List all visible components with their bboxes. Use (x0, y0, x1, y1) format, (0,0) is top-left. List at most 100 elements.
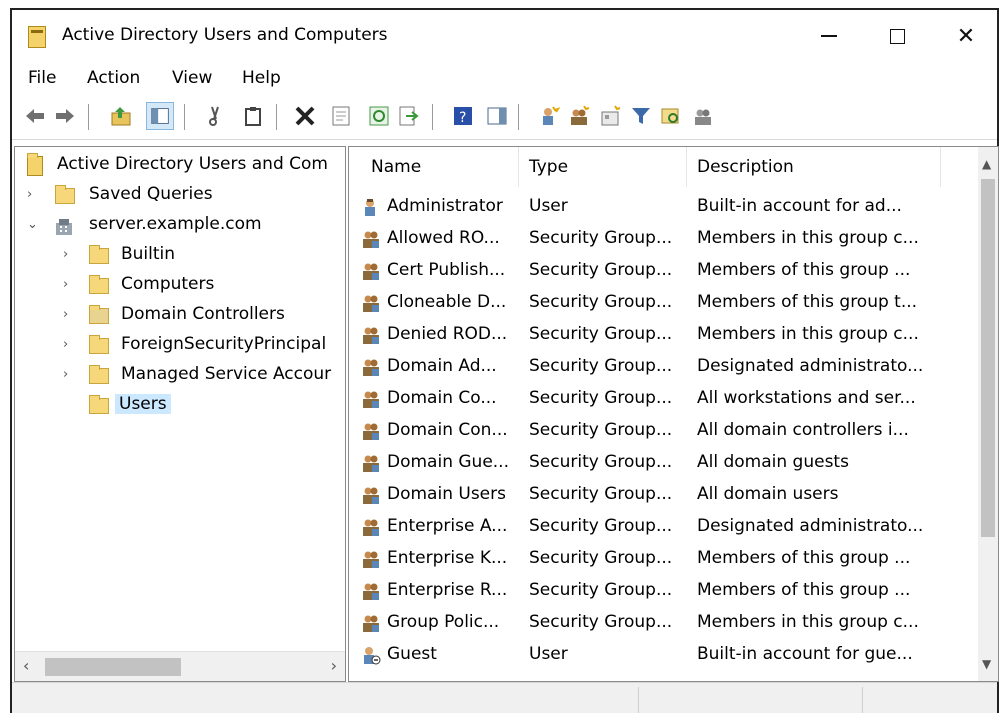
tree-item-builtin[interactable]: › Builtin (15, 243, 345, 271)
new-group-icon[interactable] (568, 105, 590, 127)
scrollbar-thumb[interactable] (981, 179, 995, 537)
tree-item-saved-queries[interactable]: › Saved Queries (15, 183, 345, 211)
chevron-down-icon[interactable]: ⌄ (27, 217, 41, 232)
help-icon[interactable]: ? (452, 105, 474, 127)
chevron-right-icon[interactable]: › (63, 247, 77, 262)
column-header-name[interactable]: Name (349, 147, 519, 187)
menu-view[interactable]: View (172, 68, 212, 88)
maximize-icon (889, 28, 905, 44)
item-name: Enterprise A... (387, 516, 508, 536)
list-item[interactable]: Domain Users Security Group... All domain … (349, 479, 979, 511)
action-pane-icon[interactable] (486, 105, 508, 127)
group-icon (361, 485, 381, 505)
title-bar[interactable]: Active Directory Users and Computers ✕ (12, 10, 997, 60)
list-item[interactable]: Guest User Built-in account for gue... (349, 639, 979, 671)
tree-root-label: Active Directory Users and Com (57, 154, 328, 174)
tree-item-domain[interactable]: ⌄ server.example.com (15, 213, 345, 241)
group-icon (361, 325, 381, 345)
list-item[interactable]: Enterprise A... Security Group... Designat… (349, 511, 979, 543)
up-folder-icon[interactable] (110, 105, 132, 127)
delete-icon[interactable] (294, 105, 316, 127)
chevron-right-icon[interactable]: › (63, 307, 77, 322)
scroll-left-icon[interactable]: ‹ (23, 656, 29, 675)
scroll-right-icon[interactable]: › (331, 656, 337, 675)
group-icon (361, 581, 381, 601)
new-ou-icon[interactable] (600, 105, 622, 127)
item-name: Domain Ad... (387, 356, 497, 376)
find-icon[interactable] (660, 105, 682, 127)
list-item[interactable]: Administrator User Built-in account for ad… (349, 191, 979, 223)
item-name: Group Polic... (387, 612, 500, 632)
item-name: Cert Publish... (387, 260, 506, 280)
tree-item-label: server.example.com (89, 214, 262, 234)
menu-help[interactable]: Help (242, 68, 281, 88)
list-item[interactable]: Domain Gue... Security Group... All domain… (349, 447, 979, 479)
forward-icon[interactable] (54, 105, 76, 127)
menu-file[interactable]: File (28, 68, 56, 88)
list-item[interactable]: Allowed RO... Security Group... Members in… (349, 223, 979, 255)
scrollbar-thumb[interactable] (45, 658, 181, 676)
tree-item-managed-service-accounts[interactable]: › Managed Service Accour (15, 363, 345, 391)
chevron-right-icon[interactable]: › (63, 337, 77, 352)
add-to-group-icon[interactable] (692, 105, 714, 127)
group-icon (361, 293, 381, 313)
list-item[interactable]: Domain Con... Security Group... All domain… (349, 415, 979, 447)
item-description: Members of this group ... (697, 260, 911, 280)
item-description: Built-in account for gue... (697, 644, 913, 664)
status-separator (862, 687, 863, 713)
show-console-tree-icon[interactable] (146, 102, 174, 130)
item-name: Cloneable D... (387, 292, 507, 312)
list-item[interactable]: Denied ROD... Security Group... Members in… (349, 319, 979, 351)
scroll-up-icon[interactable]: ▲ (982, 157, 991, 171)
background-window-strip (0, 0, 999, 8)
list-item[interactable]: Domain Ad... Security Group... Designated … (349, 351, 979, 383)
list-item[interactable]: Cert Publish... Security Group... Members … (349, 255, 979, 287)
item-type: Security Group... (529, 612, 673, 632)
properties-icon[interactable] (330, 105, 352, 127)
filter-icon[interactable] (630, 105, 652, 127)
item-description: Members of this group ... (697, 580, 911, 600)
new-user-icon[interactable] (538, 105, 560, 127)
export-list-icon[interactable] (398, 105, 420, 127)
copy-icon[interactable] (242, 105, 264, 127)
list-item[interactable]: Cloneable D... Security Group... Members o… (349, 287, 979, 319)
maximize-button[interactable] (874, 16, 920, 56)
scroll-down-icon[interactable]: ▼ (982, 657, 991, 671)
tree-root[interactable]: Active Directory Users and Com (15, 153, 345, 181)
vertical-scrollbar[interactable]: ▲ ▼ (978, 147, 998, 681)
column-header-type[interactable]: Type (519, 147, 687, 187)
item-description: Built-in account for ad... (697, 196, 902, 216)
item-type: Security Group... (529, 388, 673, 408)
item-type: Security Group... (529, 452, 673, 472)
aduc-window: Active Directory Users and Computers ✕ F… (10, 8, 999, 713)
menu-action[interactable]: Action (87, 68, 140, 88)
tree-item-computers[interactable]: › Computers (15, 273, 345, 301)
item-type: User (529, 644, 568, 664)
chevron-right-icon[interactable]: › (27, 187, 41, 202)
list-item[interactable]: Group Polic... Security Group... Members i… (349, 607, 979, 639)
group-icon (361, 229, 381, 249)
item-type: Security Group... (529, 516, 673, 536)
list-item[interactable]: Enterprise K... Security Group... Members … (349, 543, 979, 575)
refresh-icon[interactable] (368, 105, 390, 127)
back-icon[interactable] (24, 105, 46, 127)
tree-item-users[interactable]: Users (15, 393, 345, 421)
minimize-button[interactable] (806, 16, 852, 56)
group-icon (361, 453, 381, 473)
console-tree: Active Directory Users and Com › Saved Q… (14, 146, 346, 682)
item-description: Designated administrato... (697, 516, 924, 536)
chevron-right-icon[interactable]: › (63, 367, 77, 382)
group-icon (361, 517, 381, 537)
horizontal-scrollbar[interactable]: ‹ › (15, 651, 345, 681)
close-button[interactable]: ✕ (943, 16, 989, 56)
column-header-description[interactable]: Description (687, 147, 941, 187)
item-description: All workstations and ser... (697, 388, 916, 408)
item-name: Guest (387, 644, 437, 664)
chevron-right-icon[interactable]: › (63, 277, 77, 292)
tree-item-foreign-security-principals[interactable]: › ForeignSecurityPrincipal (15, 333, 345, 361)
cut-icon[interactable] (204, 105, 226, 127)
item-type: Security Group... (529, 548, 673, 568)
list-item[interactable]: Domain Co... Security Group... All worksta… (349, 383, 979, 415)
list-item[interactable]: Enterprise R... Security Group... Members … (349, 575, 979, 607)
tree-item-domain-controllers[interactable]: › Domain Controllers (15, 303, 345, 331)
